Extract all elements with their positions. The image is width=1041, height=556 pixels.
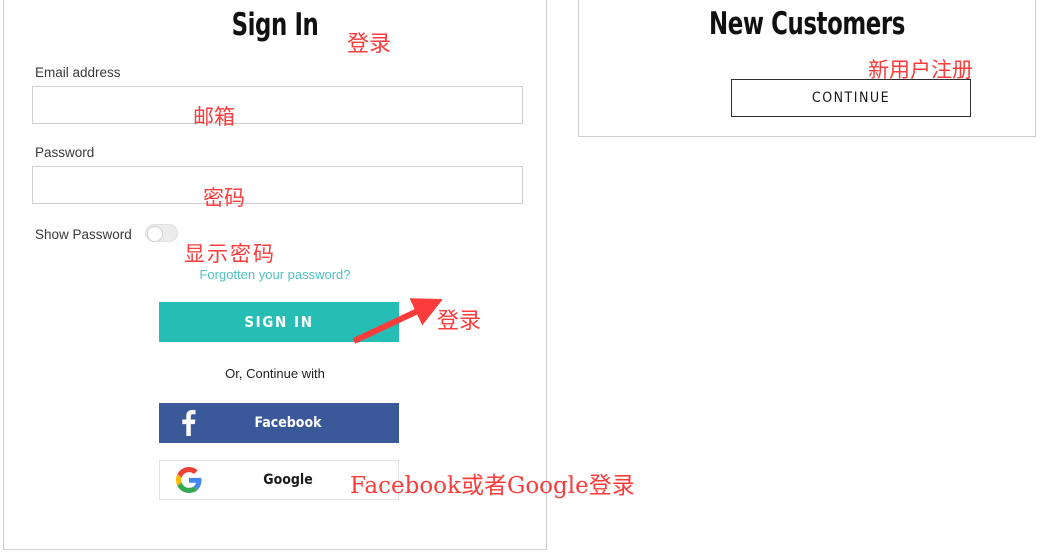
facebook-login-label: Facebook [254,415,322,431]
google-login-button[interactable]: Google [159,460,399,500]
facebook-icon [159,410,217,436]
continue-button[interactable]: CONTINUE [731,79,971,117]
password-label: Password [35,145,95,160]
toggle-knob-icon [147,226,163,242]
email-field[interactable] [32,86,523,124]
google-login-label: Google [263,472,313,488]
show-password-label: Show Password [35,227,132,242]
email-label: Email address [35,65,121,80]
sign-in-button[interactable]: SIGN IN [159,302,399,342]
facebook-login-button[interactable]: Facebook [159,403,399,443]
password-field[interactable] [32,166,523,204]
google-icon [160,467,218,493]
page-title: Sign In [231,7,319,43]
forgot-password-link[interactable]: Forgotten your password? [4,267,546,282]
or-continue-text: Or, Continue with [225,366,325,381]
show-password-toggle[interactable] [145,224,178,242]
new-customers-title: New Customers [708,6,905,42]
sign-in-panel: Sign In Email address Password Show Pass… [3,0,547,550]
